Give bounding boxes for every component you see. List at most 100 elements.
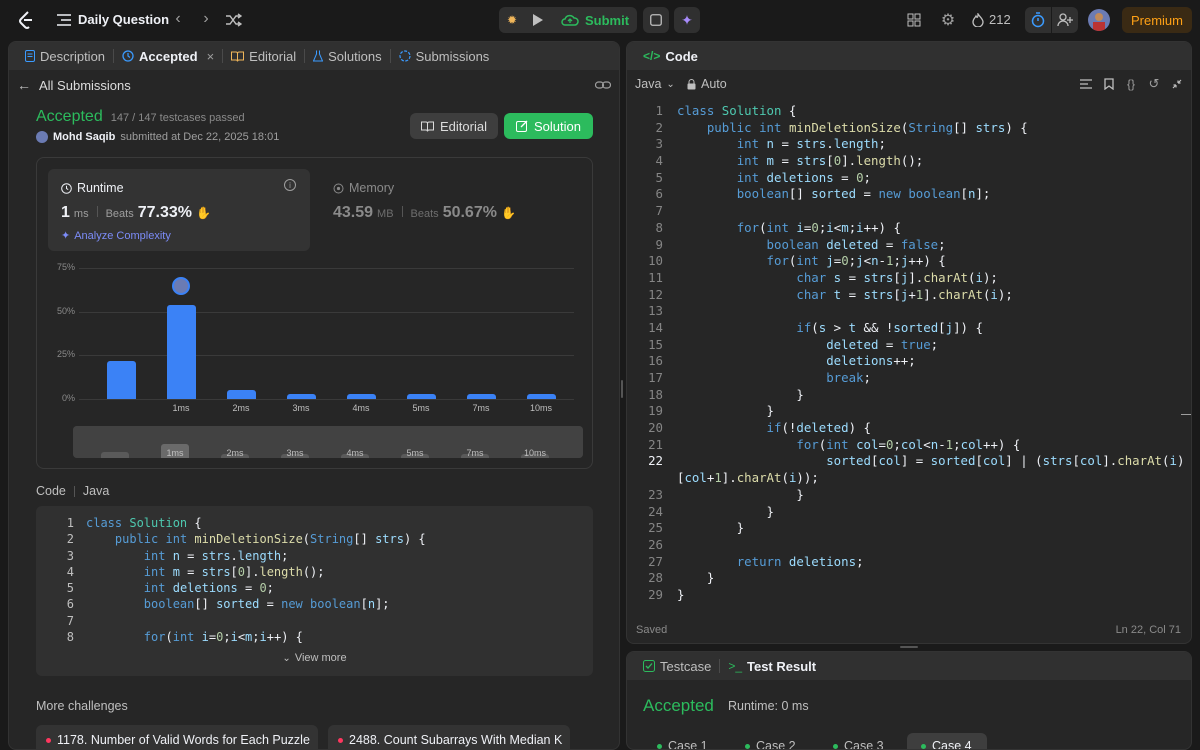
code-text: char s = strs[j].charAt(i);: [796, 269, 998, 285]
prev-problem-icon[interactable]: ‹: [170, 10, 186, 27]
range-selector[interactable]: [73, 426, 583, 458]
add-friend-icon[interactable]: [1052, 7, 1078, 33]
daily-question-title[interactable]: Daily Question: [78, 12, 169, 27]
chart-bar[interactable]: [166, 304, 196, 399]
code-preview-header: Code Java: [36, 484, 109, 498]
analyze-complexity-link[interactable]: ✦ Analyze Complexity: [61, 229, 171, 243]
ai-sparkle-icon[interactable]: ✦: [674, 7, 700, 33]
tab-solutions[interactable]: Solutions: [305, 42, 389, 70]
language-select[interactable]: Java ⌄: [635, 77, 675, 91]
left-tab-bar: Description Accepted × Editorial Solutio…: [9, 42, 619, 70]
memory-card[interactable]: Memory 43.59 MB Beats 50.67% ✋: [322, 169, 584, 251]
code-line: 11 char s = strs[j].charAt(i);: [627, 270, 1187, 287]
panel-resize-handle[interactable]: [621, 380, 623, 398]
case-tab[interactable]: Case 2: [731, 733, 811, 749]
x-tick-label: 7ms: [472, 403, 490, 413]
editorial-button[interactable]: Editorial: [410, 113, 498, 139]
line-number: 8: [66, 630, 74, 645]
top-bar: Daily Question ‹ › ✹ Submit ✦ ⚙ 212 Prem…: [0, 0, 1200, 40]
line-number: 2: [66, 532, 74, 547]
difficulty-dot: [46, 737, 51, 743]
auto-mode[interactable]: Auto: [687, 77, 727, 91]
horizontal-resize-handle[interactable]: [900, 646, 918, 648]
tab-code-label: Code: [665, 48, 698, 64]
case-tab[interactable]: Case 4: [907, 733, 987, 749]
shuffle-icon[interactable]: [225, 11, 243, 29]
tab-accepted[interactable]: Accepted ×: [114, 42, 222, 70]
tab-test-result[interactable]: >_ Test Result: [720, 652, 824, 680]
challenge-chip[interactable]: 2488. Count Subarrays With Median K: [328, 725, 570, 749]
scroll-indicator[interactable]: [1181, 414, 1191, 415]
code-line: 24 }: [627, 504, 1187, 521]
tab-code[interactable]: </> Code: [635, 42, 706, 70]
chart-bar[interactable]: [106, 360, 136, 399]
close-icon[interactable]: ×: [207, 49, 215, 64]
run-button[interactable]: [525, 7, 551, 33]
share-link-icon[interactable]: [595, 77, 611, 93]
submit-button[interactable]: Submit: [551, 13, 629, 28]
tab-editorial[interactable]: Editorial: [223, 42, 304, 70]
line-number: 28: [648, 570, 663, 586]
runtime-distribution-chart[interactable]: 75% 50% 25% 0% 1ms 2ms 3ms 4ms 5ms 7ms 10ms 1ms 2ms 3…: [37, 258, 594, 458]
runtime-card[interactable]: Runtime i 1 ms Beats 77.33% ✋ ✦ Analyze …: [48, 169, 310, 251]
collapse-icon[interactable]: [1170, 77, 1184, 91]
cloud-upload-icon: [561, 14, 579, 26]
tab-submissions-label: Submissions: [415, 48, 490, 64]
overview-bar: [101, 452, 129, 458]
notes-icon[interactable]: [643, 7, 669, 33]
arrow-left-icon: ←: [17, 77, 31, 93]
overview-tick-label: 3ms: [286, 448, 304, 458]
reset-icon[interactable]: ↺: [1147, 76, 1161, 91]
premium-button[interactable]: Premium: [1122, 7, 1192, 33]
chart-bar[interactable]: [466, 393, 496, 399]
code-line: 8 for(int i=0;i<m;i++) {: [48, 629, 426, 645]
layout-icon[interactable]: [906, 12, 922, 28]
case-label: Case 1: [668, 739, 708, 750]
code-editor[interactable]: 1 class Solution {2 public int minDeletio…: [627, 103, 1187, 604]
case-tabs: Case 1 Case 2 Case 3 Case 4: [643, 733, 987, 750]
back-link[interactable]: ← All Submissions: [17, 77, 131, 93]
view-more-button[interactable]: ⌄ View more: [36, 652, 593, 664]
case-tab[interactable]: Case 3: [819, 733, 899, 749]
tab-description[interactable]: Description: [17, 42, 113, 70]
tab-submissions[interactable]: Submissions: [391, 42, 498, 70]
settings-gear-icon[interactable]: ⚙: [939, 11, 957, 29]
line-number: 9: [655, 236, 663, 252]
chart-bar[interactable]: [226, 390, 256, 399]
code-text: return deletions;: [736, 553, 864, 569]
back-link-label: All Submissions: [39, 77, 131, 93]
next-problem-icon[interactable]: ›: [198, 10, 214, 27]
save-status: Saved: [636, 624, 668, 636]
leetcode-logo-icon[interactable]: [16, 10, 36, 30]
chart-bar[interactable]: [346, 393, 376, 399]
code-text: int m = strs[0].length();: [736, 153, 924, 169]
problem-list-icon[interactable]: [56, 12, 72, 28]
code-line: 7: [627, 203, 1187, 220]
case-tab[interactable]: Case 1: [643, 733, 723, 750]
line-number: 4: [655, 153, 663, 169]
challenge-chip[interactable]: 1178. Number of Valid Words for Each Puz…: [36, 725, 318, 749]
chart-bar[interactable]: [406, 393, 436, 399]
tab-testcase[interactable]: Testcase: [635, 652, 719, 680]
chart-bar[interactable]: [286, 393, 316, 399]
code-line: 5 int deletions = 0;: [48, 580, 426, 596]
username[interactable]: Mohd Saqib: [53, 131, 115, 143]
y-tick-label: 75%: [56, 262, 75, 272]
format-icon[interactable]: [1079, 77, 1093, 91]
timer-icon[interactable]: [1025, 7, 1051, 33]
code-line: 6 boolean[] sorted = new boolean[n];: [48, 596, 426, 612]
braces-icon[interactable]: {}: [1123, 77, 1139, 91]
chart-bar[interactable]: [526, 393, 556, 399]
code-line: 2 public int minDeletionSize(String[] st…: [48, 531, 426, 547]
submission-status: Accepted 147 / 147 testcases passed: [36, 108, 245, 126]
streak-counter[interactable]: 212: [972, 12, 1011, 27]
bookmark-icon[interactable]: [1102, 77, 1116, 91]
debug-icon[interactable]: ✹: [499, 7, 525, 33]
grid-line: [79, 399, 574, 400]
solution-button[interactable]: Solution: [504, 113, 593, 139]
chart-range-overview[interactable]: 1ms 2ms 3ms 4ms 5ms 7ms 10ms: [73, 426, 583, 458]
flask-icon: [313, 50, 324, 62]
avatar[interactable]: [1088, 9, 1110, 31]
user-avatar: [36, 131, 48, 143]
info-icon[interactable]: i: [284, 179, 296, 191]
